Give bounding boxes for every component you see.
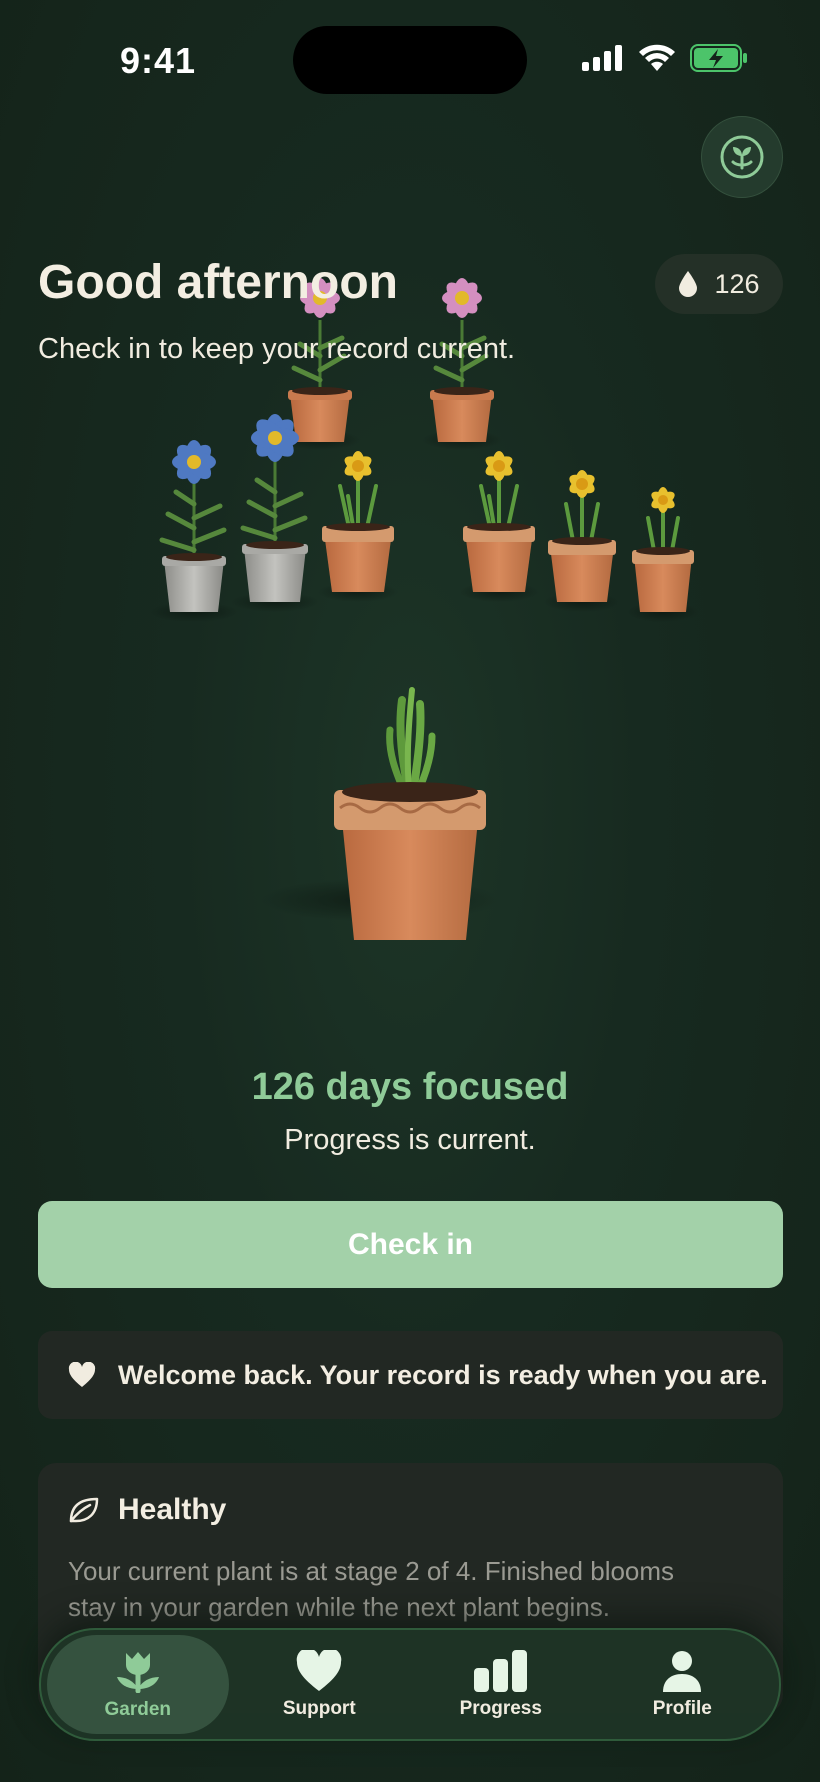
wifi-icon	[639, 44, 675, 71]
tab-progress[interactable]: Progress	[410, 1635, 592, 1734]
current-plant-pot	[260, 687, 500, 940]
heart-icon	[296, 1649, 342, 1691]
tab-bar: Garden Support Progress Profile	[39, 1628, 781, 1741]
tab-label: Profile	[652, 1697, 712, 1719]
health-status-title: Healthy	[118, 1493, 227, 1526]
status-icons	[582, 44, 748, 72]
blue-flower-pot	[150, 440, 238, 622]
tab-label: Garden	[104, 1698, 172, 1720]
plant-avatar-button[interactable]	[701, 116, 783, 198]
tab-label: Progress	[459, 1697, 542, 1719]
health-description: Your current plant is at stage 2 of 4. F…	[68, 1556, 675, 1622]
welcome-text: Welcome back. Your record is ready when …	[118, 1359, 768, 1390]
yellow-flower-pot	[544, 470, 620, 612]
welcome-card: Welcome back. Your record is ready when …	[38, 1331, 783, 1419]
person-icon	[663, 1650, 702, 1692]
yellow-flower-pot	[318, 451, 398, 602]
tab-profile[interactable]: Profile	[592, 1635, 774, 1734]
dynamic-island	[293, 26, 527, 94]
greeting-title: Good afternoon	[38, 256, 398, 309]
yellow-flower-pot	[459, 451, 539, 602]
bar-chart-icon	[473, 1649, 527, 1692]
leaf-icon	[69, 1497, 99, 1523]
days-focused-count: 126 days focused	[251, 1066, 569, 1108]
water-drops-badge[interactable]: 126	[655, 254, 783, 314]
battery-charging-icon	[690, 44, 747, 72]
health-title-row: Healthy	[68, 1493, 753, 1527]
greeting-subtitle: Check in to keep your record current.	[38, 333, 516, 365]
sprout-icon	[720, 135, 764, 179]
tab-garden[interactable]: Garden	[47, 1635, 229, 1734]
cellular-signal-icon	[582, 45, 622, 71]
check-in-button[interactable]: Check in	[38, 1201, 783, 1288]
tab-label: Support	[282, 1697, 356, 1719]
status-bar: 9:41	[0, 0, 820, 120]
status-time: 9:41	[120, 40, 197, 81]
heart-icon	[68, 1362, 96, 1387]
tulip-icon	[116, 1651, 159, 1693]
yellow-flower-pot	[627, 487, 699, 622]
progress-status: Progress is current.	[284, 1124, 536, 1156]
water-drops-count: 126	[714, 268, 760, 299]
tab-support[interactable]: Support	[229, 1635, 411, 1734]
water-drop-icon	[679, 271, 698, 297]
